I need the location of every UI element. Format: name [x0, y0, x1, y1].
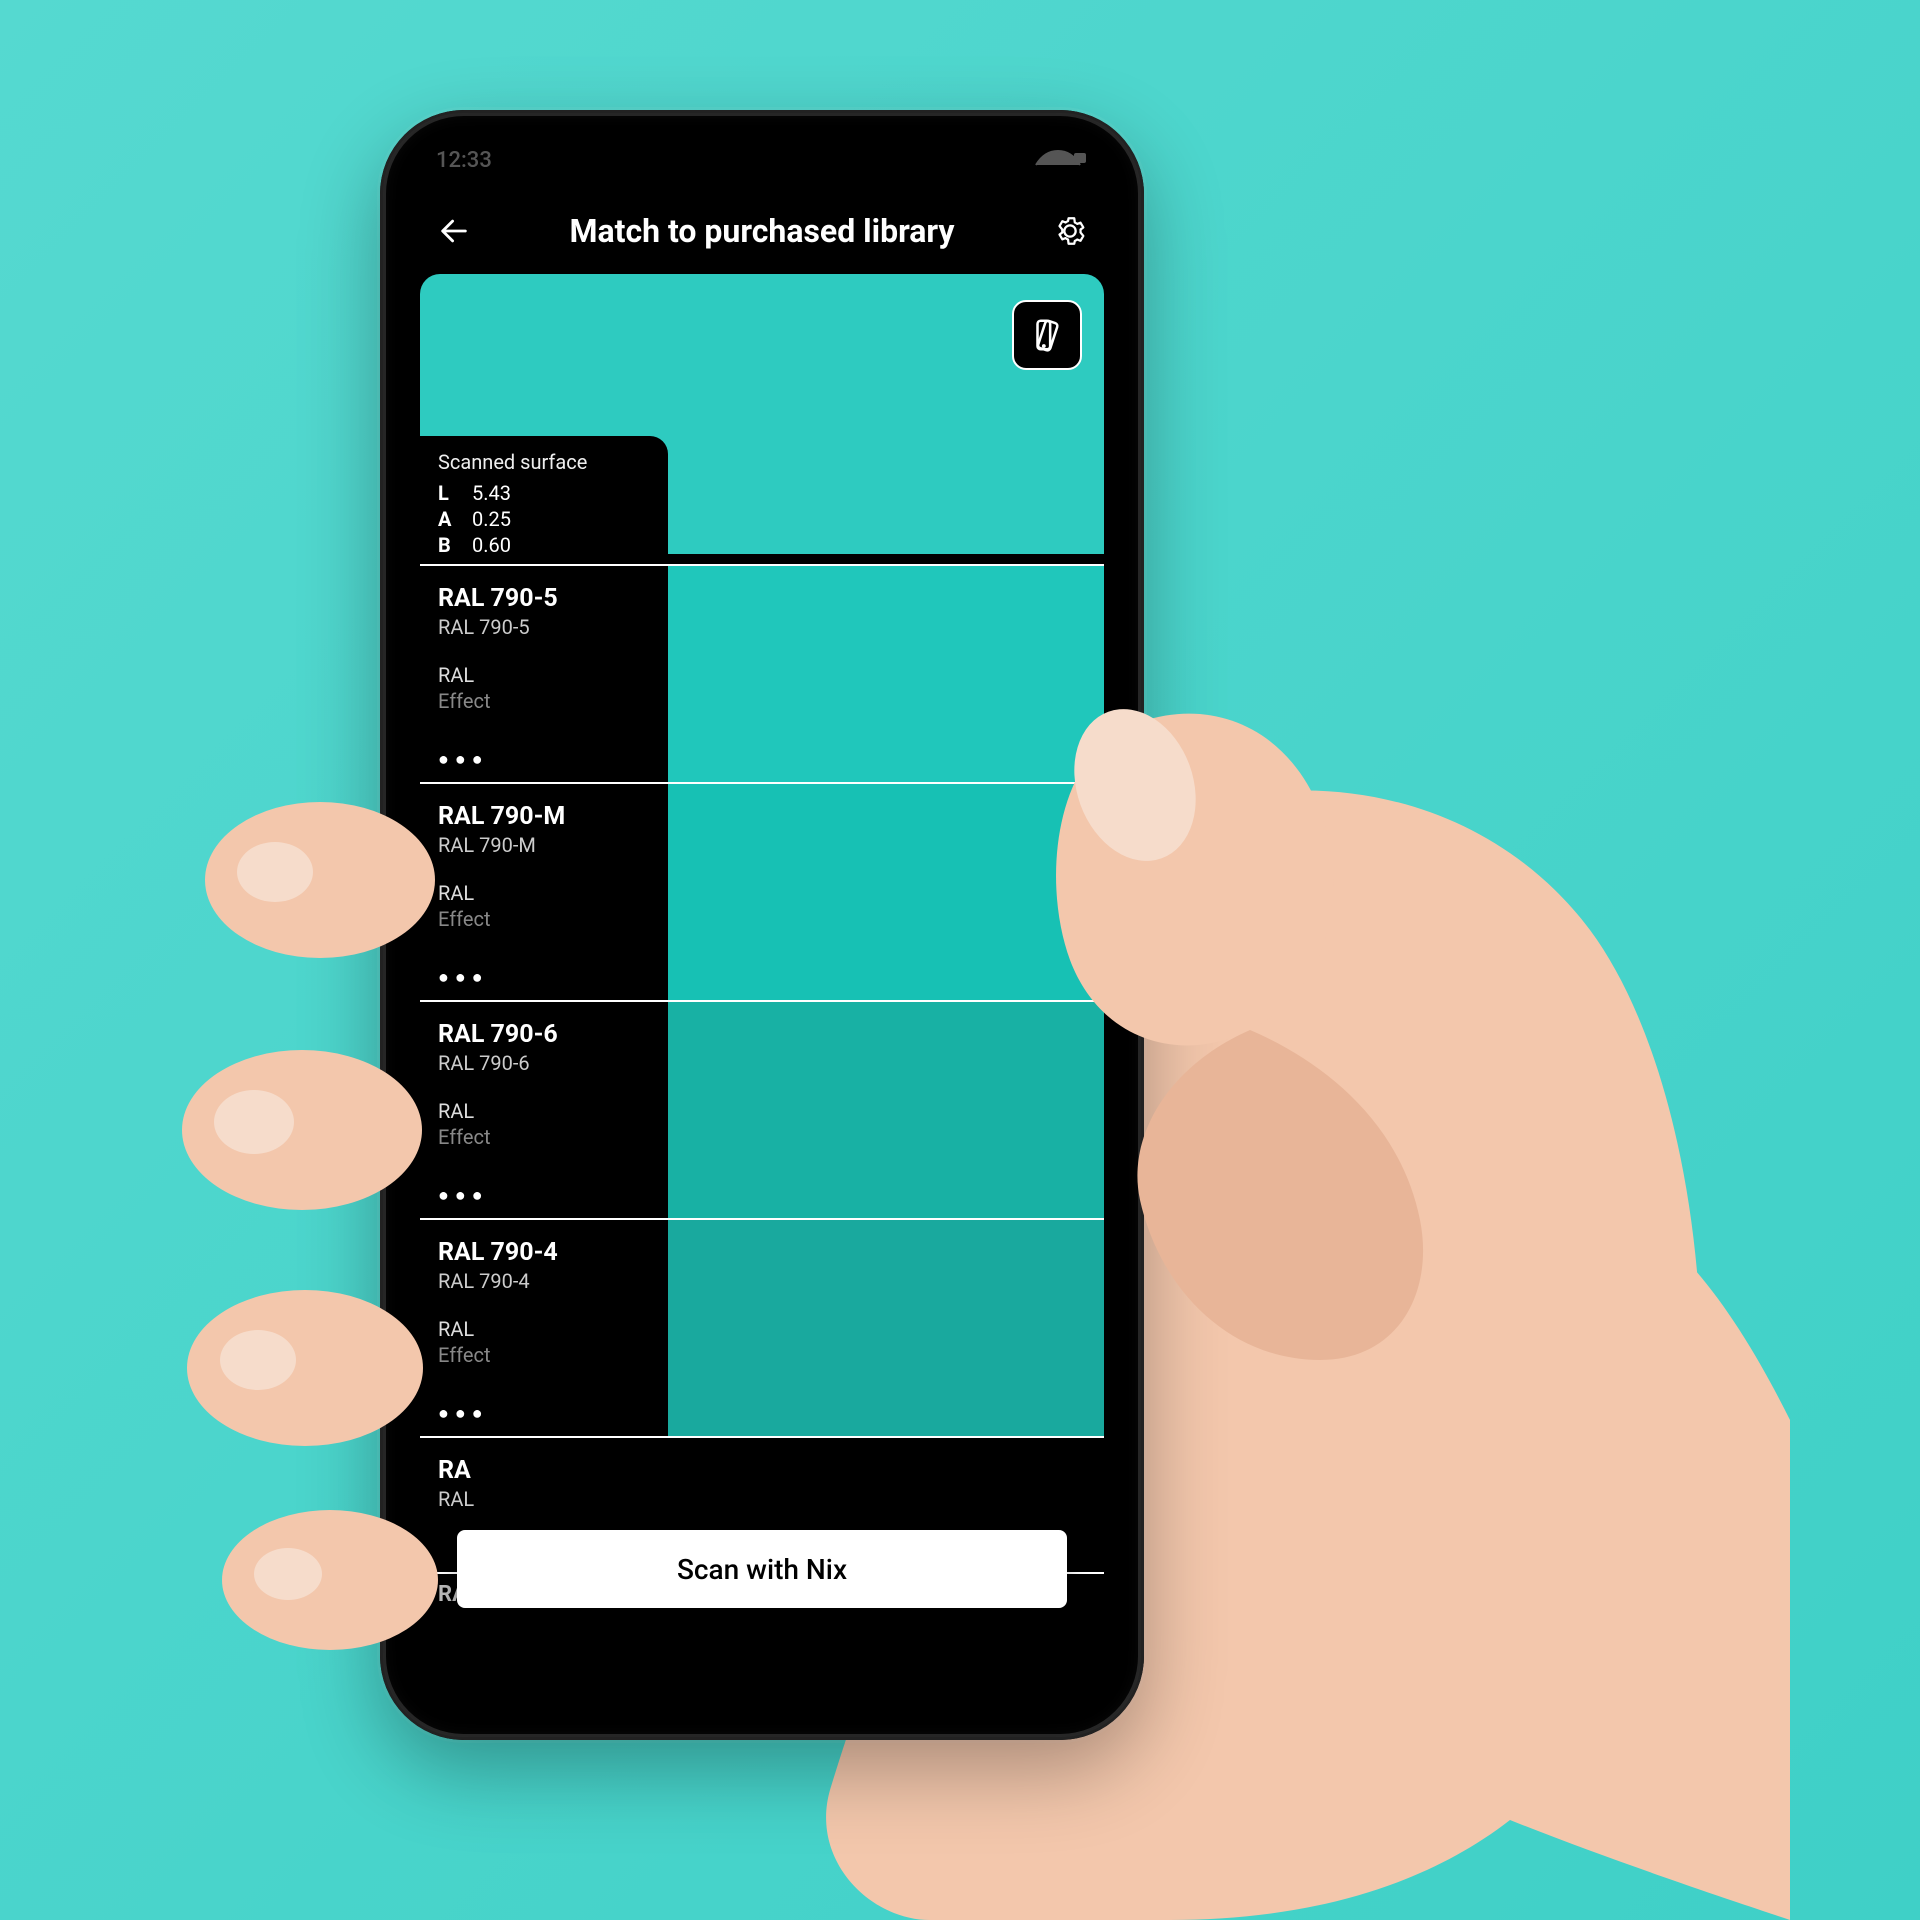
- back-arrow-icon: [437, 214, 471, 248]
- settings-button[interactable]: [1048, 209, 1092, 253]
- fan-deck-icon: [1028, 316, 1066, 354]
- lab-a-label: A: [438, 506, 456, 532]
- more-button[interactable]: ●●●: [438, 967, 650, 988]
- back-button[interactable]: [432, 209, 476, 253]
- phone-screen: 12:33 Match to purchased library: [402, 132, 1122, 1718]
- content-area: Scanned surface L5.43 A0.25 B0.60 D50/2"…: [402, 274, 1122, 1718]
- match-code: RAL 790-5: [438, 615, 650, 639]
- match-code: RAL: [438, 1487, 650, 1511]
- match-code: RAL 790-M: [438, 833, 650, 857]
- match-system: RAL: [438, 881, 650, 905]
- scan-button[interactable]: Scan with Nix: [457, 1530, 1067, 1608]
- match-finish: Effect: [438, 1343, 650, 1367]
- match-swatch: [668, 784, 1104, 1000]
- status-icons: [1034, 148, 1088, 173]
- page-title: Match to purchased library: [496, 212, 1028, 250]
- match-code: RAL 790-6: [438, 1051, 650, 1075]
- match-name: RA: [438, 1456, 650, 1485]
- match-finish: Effect: [438, 907, 650, 931]
- status-time: 12:33: [436, 148, 492, 173]
- lab-l-label: L: [438, 480, 456, 506]
- match-swatch: [668, 1002, 1104, 1218]
- more-button[interactable]: ●●●: [438, 749, 650, 770]
- gear-icon: [1053, 214, 1087, 248]
- match-swatch: [668, 1220, 1104, 1436]
- match-code: RAL 790-4: [438, 1269, 650, 1293]
- lab-b-value: 0.60: [472, 532, 511, 558]
- match-row[interactable]: RAL 790-4 RAL 790-4 RAL Effect ●●●: [420, 1218, 1104, 1436]
- match-finish: Effect: [438, 1125, 650, 1149]
- match-name: RAL 790-5: [438, 584, 650, 613]
- match-finish: Effect: [438, 689, 650, 713]
- match-system: RAL: [438, 1099, 650, 1123]
- match-row[interactable]: RAL 790-5 RAL 790-5 RAL Effect ●●●: [420, 564, 1104, 782]
- more-button[interactable]: ●●●: [438, 1403, 650, 1424]
- match-name: RAL 790-4: [438, 1238, 650, 1267]
- match-system: RAL: [438, 663, 650, 687]
- match-swatch: [668, 566, 1104, 782]
- more-button[interactable]: ●●●: [438, 1185, 650, 1206]
- lab-a-value: 0.25: [472, 506, 511, 532]
- match-system: RAL: [438, 1317, 650, 1341]
- status-bar: 12:33: [402, 132, 1122, 188]
- match-row[interactable]: RAL 790-6 RAL 790-6 RAL Effect ●●●: [420, 1000, 1104, 1218]
- swatch-fan-button[interactable]: [1012, 300, 1082, 370]
- match-name: RAL 790-M: [438, 802, 650, 831]
- app-header: Match to purchased library: [402, 188, 1122, 274]
- lab-l-value: 5.43: [472, 480, 511, 506]
- scanned-title: Scanned surface: [438, 450, 650, 474]
- match-name: RAL 790-6: [438, 1020, 650, 1049]
- phone-frame: 12:33 Match to purchased library: [380, 110, 1144, 1740]
- lab-b-label: B: [438, 532, 456, 558]
- match-row[interactable]: RAL 790-M RAL 790-M RAL Effect ●●●: [420, 782, 1104, 1000]
